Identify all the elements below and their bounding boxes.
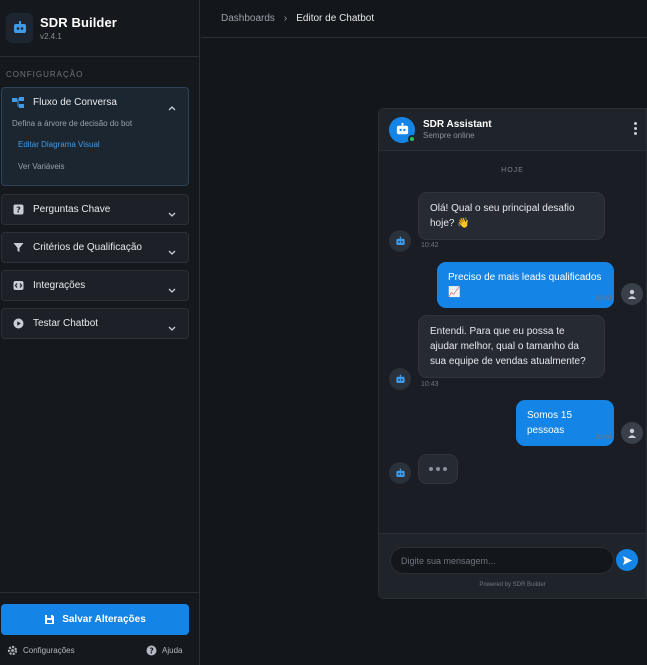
- question-icon: ?: [12, 204, 24, 216]
- link-editar-diagrama[interactable]: Editar Diagrama Visual: [18, 140, 188, 149]
- section-label: CONFIGURAÇÃO: [6, 70, 84, 79]
- chevron-down-icon: [168, 243, 176, 261]
- breadcrumb-current: Editor de Chatbot: [296, 13, 375, 24]
- robot-icon: [395, 468, 405, 477]
- sidebar-item-fluxo-de-conversa[interactable]: Fluxo de Conversa Defina a árvore de dec…: [1, 87, 189, 186]
- sidebar: SDR Builder v2.4.1 CONFIGURAÇÃO Fluxo de…: [0, 0, 200, 665]
- chat-message-user: Preciso de mais leads qualificados 📈: [437, 262, 614, 308]
- sidebar-item-label: Critérios de Qualificação: [33, 242, 142, 253]
- app-name: SDR Builder: [40, 15, 117, 30]
- chat-bot-name: SDR Assistant: [423, 119, 492, 130]
- breadcrumb: Dashboards › Editor de Chatbot: [201, 0, 647, 38]
- sidebar-item-label: Fluxo de Conversa: [33, 97, 117, 108]
- save-icon: [44, 614, 55, 625]
- accordion-header[interactable]: Fluxo de Conversa: [2, 88, 188, 117]
- breadcrumb-dashboards[interactable]: Dashboards: [221, 13, 275, 24]
- chevron-up-icon: [168, 98, 176, 116]
- sidebar-divider: [0, 592, 200, 593]
- help-label: Ajuda: [162, 646, 183, 655]
- sidebar-item-label: Testar Chatbot: [33, 318, 99, 329]
- help-link[interactable]: ? Ajuda: [146, 645, 182, 656]
- sidebar-item-label: Perguntas Chave: [33, 204, 111, 215]
- user-icon: [628, 289, 636, 299]
- sidebar-item-testar-chatbot[interactable]: Testar Chatbot: [1, 308, 189, 339]
- bot-avatar-small: [389, 230, 411, 252]
- robot-icon: [396, 122, 408, 135]
- integration-icon: [12, 280, 24, 292]
- robot-icon: [395, 374, 405, 383]
- chat-status: Sempre online: [423, 131, 475, 140]
- breadcrumb-separator: ›: [283, 13, 288, 24]
- chat-message-bot: Entendi. Para que eu possa te ajudar mel…: [418, 315, 605, 378]
- chat-message-bot: Olá! Qual o seu principal desafio hoje? …: [418, 192, 605, 240]
- message-time: 10:44: [594, 434, 612, 441]
- bot-avatar-small: [389, 368, 411, 390]
- save-button-label: Salvar Alterações: [62, 614, 146, 625]
- bot-avatar-small: [389, 462, 411, 484]
- brand: SDR Builder v2.4.1: [0, 0, 199, 57]
- send-icon: [622, 555, 632, 565]
- robot-icon: [395, 236, 405, 245]
- accordion-description: Defina a árvore de decisão do bot: [12, 119, 133, 128]
- message-time: 10:43: [594, 295, 612, 302]
- message-input[interactable]: [390, 547, 614, 574]
- app-version: v2.4.1: [40, 32, 62, 41]
- help-icon: ?: [146, 645, 157, 656]
- settings-link[interactable]: Configurações: [7, 645, 75, 656]
- save-button[interactable]: Salvar Alterações: [1, 604, 189, 635]
- user-avatar: [621, 283, 643, 305]
- link-ver-variaveis[interactable]: Ver Variáveis: [18, 162, 188, 171]
- chat-preview: SDR Assistant Sempre online HOJE Olá! Qu…: [378, 108, 647, 599]
- chat-footer: Powered by SDR Builder: [379, 533, 646, 598]
- day-separator: HOJE: [501, 167, 524, 174]
- svg-text:?: ?: [149, 646, 153, 655]
- gear-icon: [7, 645, 18, 656]
- message-time: 10:43: [421, 381, 439, 388]
- chat-header: SDR Assistant Sempre online: [379, 109, 646, 151]
- sidebar-item-criterios[interactable]: Critérios de Qualificação: [1, 232, 189, 263]
- sidebar-item-integracoes[interactable]: Integrações: [1, 270, 189, 301]
- chevron-down-icon: [168, 281, 176, 299]
- play-icon: [12, 318, 24, 330]
- sidebar-item-perguntas-chave[interactable]: ? Perguntas Chave: [1, 194, 189, 225]
- user-avatar: [621, 422, 643, 444]
- chevron-down-icon: [168, 205, 176, 223]
- more-options-icon[interactable]: [634, 122, 637, 135]
- settings-label: Configurações: [23, 646, 75, 655]
- online-indicator: [408, 134, 416, 143]
- powered-by: Powered by SDR Builder: [479, 582, 546, 588]
- sidebar-item-label: Integrações: [33, 280, 86, 291]
- svg-text:?: ?: [16, 206, 21, 215]
- user-icon: [628, 428, 636, 438]
- message-time: 10:42: [421, 242, 439, 249]
- typing-indicator: [418, 454, 458, 484]
- flow-icon: [12, 96, 24, 109]
- bot-avatar: [389, 116, 416, 143]
- chevron-down-icon: [168, 319, 176, 337]
- send-button[interactable]: [616, 549, 638, 571]
- robot-logo-icon: [6, 13, 33, 43]
- filter-icon: [12, 242, 24, 254]
